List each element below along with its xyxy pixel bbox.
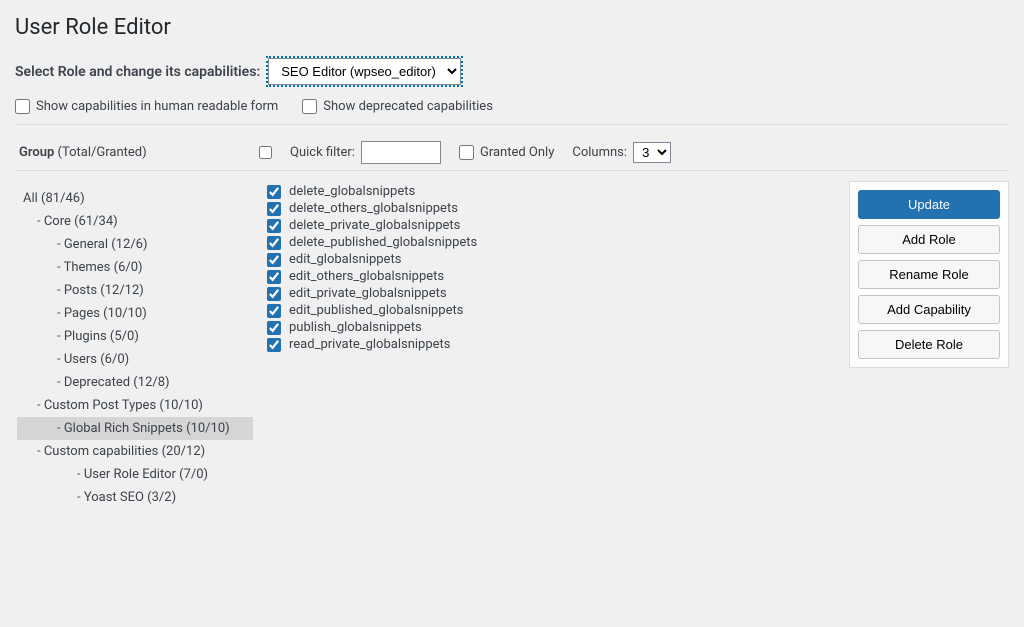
- role-select-row: Select Role and change its capabilities:…: [15, 58, 1009, 85]
- tree-item[interactable]: Global Rich Snippets (10/10): [17, 417, 253, 440]
- capability-checkbox[interactable]: [267, 219, 281, 233]
- capability-item: publish_globalsnippets: [267, 319, 837, 336]
- tree-item[interactable]: Plugins (5/0): [17, 325, 253, 348]
- columns-option: Columns: 3: [572, 142, 671, 163]
- capabilities-panel: delete_globalsnippets delete_others_globa…: [265, 177, 839, 519]
- role-select[interactable]: SEO Editor (wpseo_editor): [268, 58, 461, 85]
- capability-label: edit_published_globalsnippets: [289, 303, 463, 318]
- capability-item: delete_private_globalsnippets: [267, 217, 837, 234]
- group-tree: All (81/46)Core (61/34)General (12/6)The…: [17, 187, 253, 509]
- tree-item[interactable]: Yoast SEO (3/2): [17, 486, 253, 509]
- deprecated-checkbox[interactable]: [302, 99, 317, 114]
- capability-label: edit_globalsnippets: [289, 252, 401, 267]
- human-readable-checkbox[interactable]: [15, 99, 30, 114]
- rename-role-button[interactable]: Rename Role: [858, 260, 1000, 289]
- tree-item[interactable]: Custom Post Types (10/10): [17, 394, 253, 417]
- granted-only-checkbox[interactable]: [459, 145, 474, 160]
- capability-label: read_private_globalsnippets: [289, 337, 451, 352]
- human-readable-option[interactable]: Show capabilities in human readable form: [15, 99, 278, 114]
- add-capability-button[interactable]: Add Capability: [858, 295, 1000, 324]
- capability-item: edit_published_globalsnippets: [267, 302, 837, 319]
- capability-checkbox[interactable]: [267, 304, 281, 318]
- capability-item: edit_globalsnippets: [267, 251, 837, 268]
- capability-checkbox[interactable]: [267, 287, 281, 301]
- capability-item: delete_globalsnippets: [267, 183, 837, 200]
- delete-role-button[interactable]: Delete Role: [858, 330, 1000, 359]
- group-header-label: Group: [19, 145, 54, 160]
- capability-item: delete_published_globalsnippets: [267, 234, 837, 251]
- add-role-button[interactable]: Add Role: [858, 225, 1000, 254]
- select-all-checkbox[interactable]: [259, 146, 272, 159]
- capability-item: edit_others_globalsnippets: [267, 268, 837, 285]
- columns-label: Columns:: [572, 145, 627, 160]
- update-button[interactable]: Update: [858, 190, 1000, 219]
- capability-checkbox[interactable]: [267, 338, 281, 352]
- filter-row: Group (Total/Granted) Quick filter: Gran…: [15, 135, 1009, 171]
- capability-label: delete_globalsnippets: [289, 184, 415, 199]
- group-header: Group (Total/Granted): [15, 135, 255, 170]
- tree-item[interactable]: Core (61/34): [17, 210, 253, 233]
- capability-item: delete_others_globalsnippets: [267, 200, 837, 217]
- group-header-suffix: (Total/Granted): [58, 145, 147, 160]
- tree-item[interactable]: General (12/6): [17, 233, 253, 256]
- capability-item: read_private_globalsnippets: [267, 336, 837, 353]
- capability-checkbox[interactable]: [267, 321, 281, 335]
- tree-item[interactable]: Posts (12/12): [17, 279, 253, 302]
- options-row: Show capabilities in human readable form…: [15, 99, 1009, 125]
- columns-select[interactable]: 3: [633, 142, 671, 163]
- human-readable-label: Show capabilities in human readable form: [36, 99, 278, 114]
- capability-label: edit_others_globalsnippets: [289, 269, 444, 284]
- quick-filter-input[interactable]: [361, 141, 441, 164]
- capability-item: edit_private_globalsnippets: [267, 285, 837, 302]
- capability-label: delete_private_globalsnippets: [289, 218, 460, 233]
- tree-item[interactable]: Users (6/0): [17, 348, 253, 371]
- capability-checkbox[interactable]: [267, 185, 281, 199]
- filter-controls: Quick filter: Granted Only Columns: 3: [255, 135, 1009, 170]
- capability-label: delete_published_globalsnippets: [289, 235, 477, 250]
- capability-checkbox[interactable]: [267, 270, 281, 284]
- deprecated-option[interactable]: Show deprecated capabilities: [302, 99, 493, 114]
- main-layout: All (81/46)Core (61/34)General (12/6)The…: [15, 177, 1009, 519]
- capability-checkbox[interactable]: [267, 236, 281, 250]
- tree-item[interactable]: Themes (6/0): [17, 256, 253, 279]
- granted-only-option[interactable]: Granted Only: [459, 145, 554, 160]
- tree-item[interactable]: All (81/46): [17, 187, 253, 210]
- capability-checkbox[interactable]: [267, 202, 281, 216]
- granted-only-label: Granted Only: [480, 145, 554, 160]
- sidebar: All (81/46)Core (61/34)General (12/6)The…: [15, 177, 255, 519]
- deprecated-label: Show deprecated capabilities: [323, 99, 493, 114]
- tree-item[interactable]: Pages (10/10): [17, 302, 253, 325]
- quick-filter: Quick filter:: [290, 141, 441, 164]
- tree-item[interactable]: Deprecated (12/8): [17, 371, 253, 394]
- capability-label: delete_others_globalsnippets: [289, 201, 458, 216]
- page-title: User Role Editor: [15, 15, 1009, 40]
- tree-item[interactable]: Custom capabilities (20/12): [17, 440, 253, 463]
- tree-item[interactable]: User Role Editor (7/0): [17, 463, 253, 486]
- capabilities-list: delete_globalsnippets delete_others_globa…: [267, 183, 837, 353]
- capability-label: edit_private_globalsnippets: [289, 286, 447, 301]
- capability-label: publish_globalsnippets: [289, 320, 422, 335]
- capability-checkbox[interactable]: [267, 253, 281, 267]
- quick-filter-label: Quick filter:: [290, 145, 355, 160]
- role-select-label: Select Role and change its capabilities:: [15, 64, 260, 80]
- action-panel: Update Add Role Rename Role Add Capabili…: [849, 181, 1009, 368]
